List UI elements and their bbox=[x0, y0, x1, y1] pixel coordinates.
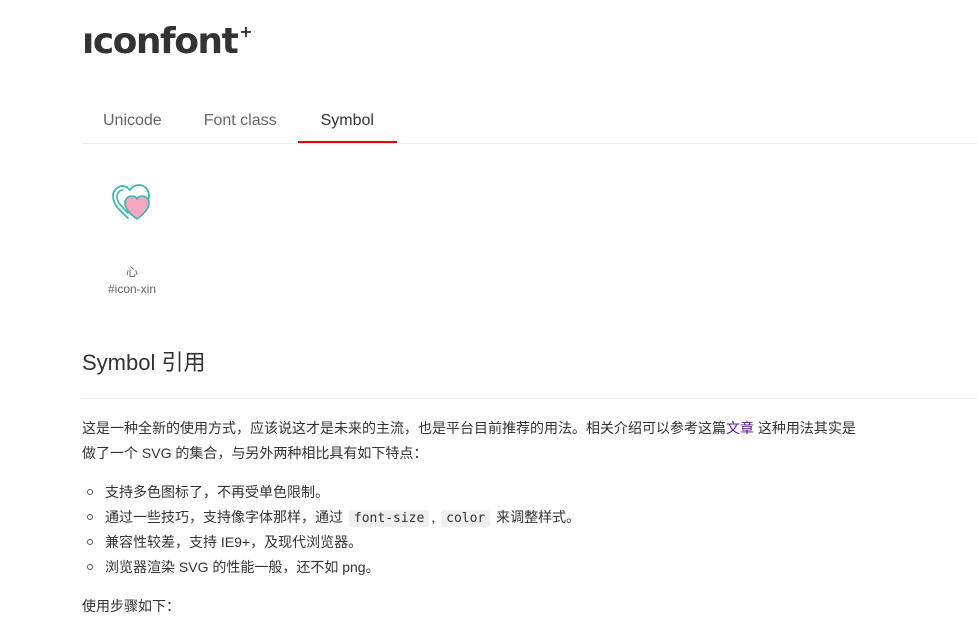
heart-icon bbox=[112, 184, 150, 220]
bullet-icon bbox=[87, 489, 93, 495]
logo-plus: + bbox=[239, 22, 253, 41]
feature-text-after: 来调整样式。 bbox=[496, 509, 581, 525]
steps-intro: 使用步骤如下： bbox=[82, 598, 180, 614]
intro-paragraph: 这是一种全新的使用方式，应该说这才是未来的主流，也是平台目前推荐的用法。相关介绍… bbox=[82, 416, 862, 466]
icon-code: #icon-xin bbox=[107, 282, 157, 296]
bullet-icon bbox=[87, 539, 93, 545]
code-separator: , bbox=[431, 509, 436, 525]
bullet-icon bbox=[87, 564, 93, 570]
section-title: Symbol 引用 bbox=[82, 350, 206, 375]
section-divider bbox=[82, 398, 977, 399]
tab-unicode[interactable]: Unicode bbox=[82, 99, 183, 143]
list-item: 兼容性较差，支持 IE9+，及现代浏览器。 bbox=[82, 530, 580, 555]
feature-text-before: 通过一些技巧，支持像字体那样，通过 bbox=[105, 509, 343, 525]
list-item: 浏览器渲染 SVG 的性能一般，还不如 png。 bbox=[82, 555, 580, 580]
intro-text-before: 这是一种全新的使用方式，应该说这才是未来的主流，也是平台目前推荐的用法。相关介绍… bbox=[82, 420, 726, 436]
page: ıconfont + Unicode Font class Symbol 心 #… bbox=[0, 0, 977, 637]
tab-font-class[interactable]: Font class bbox=[183, 99, 298, 143]
tab-bar: Unicode Font class Symbol bbox=[82, 99, 977, 144]
feature-text: 兼容性较差，支持 IE9+，及现代浏览器。 bbox=[105, 534, 363, 550]
logo-text: ıconfont bbox=[82, 21, 239, 62]
bullet-icon bbox=[87, 514, 93, 520]
icon-name: 心 bbox=[125, 265, 138, 279]
article-link[interactable]: 文章 bbox=[726, 420, 754, 436]
iconfont-logo[interactable]: ıconfont + bbox=[82, 20, 253, 64]
feature-list: 支持多色图标了，不再受单色限制。 通过一些技巧，支持像字体那样，通过 font-… bbox=[82, 480, 580, 580]
code-font-size: font-size bbox=[348, 510, 430, 527]
list-item: 通过一些技巧，支持像字体那样，通过 font-size, color 来调整样式… bbox=[82, 505, 580, 530]
feature-text: 支持多色图标了，不再受单色限制。 bbox=[105, 484, 329, 500]
list-item: 支持多色图标了，不再受单色限制。 bbox=[82, 480, 580, 505]
tab-symbol[interactable]: Symbol bbox=[297, 99, 397, 143]
code-color: color bbox=[441, 510, 491, 527]
icon-card[interactable]: 心 #icon-xin bbox=[82, 166, 182, 298]
feature-text: 浏览器渲染 SVG 的性能一般，还不如 png。 bbox=[105, 559, 380, 575]
